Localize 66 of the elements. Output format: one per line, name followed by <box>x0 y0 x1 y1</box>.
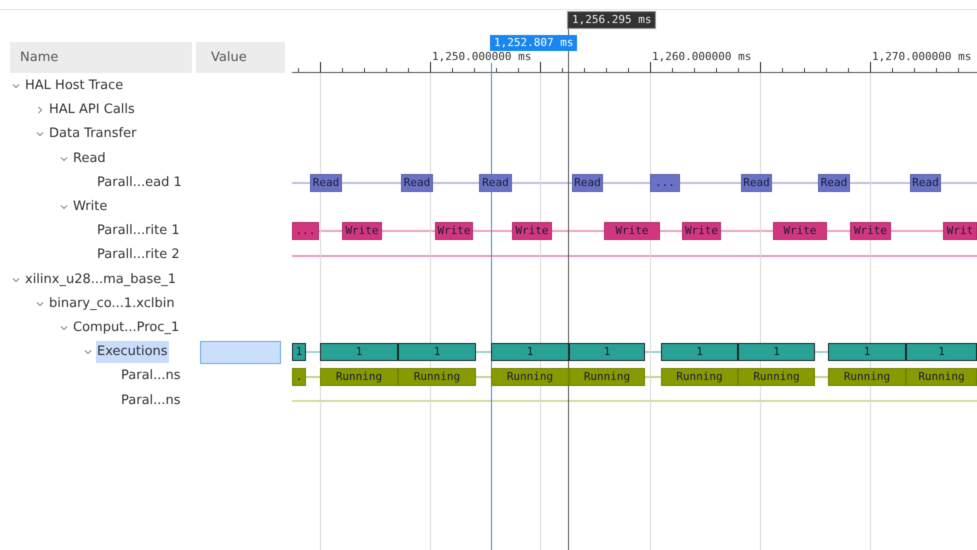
state-segment[interactable]: 1 <box>569 343 645 362</box>
chevron-down-icon[interactable] <box>36 300 44 308</box>
chevron-down-icon[interactable] <box>36 130 44 138</box>
column-header[interactable]: Name <box>10 42 192 73</box>
event-bar[interactable]: Writ <box>943 222 977 240</box>
event-bar[interactable]: Running <box>320 368 398 386</box>
tree-item[interactable]: Comput...Proc_1 <box>72 316 180 339</box>
column-header[interactable]: Value <box>196 42 285 73</box>
time-label: 1,270.000000 ms <box>872 50 972 63</box>
tree-item[interactable]: binary_co...1.xclbin <box>48 292 176 315</box>
chevron-down-icon[interactable] <box>12 82 20 90</box>
state-segment[interactable]: 1 <box>491 343 569 362</box>
chevron-down-icon[interactable] <box>84 348 92 356</box>
tree-item[interactable]: Write <box>72 196 108 218</box>
tree-item[interactable]: HAL API Calls <box>48 99 136 122</box>
tree-item[interactable]: Parall...rite 1 <box>96 220 181 242</box>
event-bar[interactable]: Write <box>604 222 660 240</box>
state-segment[interactable]: 1 <box>828 343 906 362</box>
event-bar[interactable]: Read <box>310 174 342 192</box>
event-bar[interactable]: ... <box>650 174 680 192</box>
tree-item[interactable]: Data Transfer <box>48 123 138 146</box>
event-bar[interactable]: Read <box>910 174 941 192</box>
event-bar[interactable]: Read <box>479 174 512 192</box>
tree-item[interactable]: Read <box>72 148 107 170</box>
event-bar[interactable]: Write <box>773 222 827 240</box>
event-bar[interactable]: Running <box>828 368 906 386</box>
tree-item[interactable]: Executions <box>96 341 169 364</box>
event-bar[interactable]: Running <box>738 368 815 386</box>
chevron-right-icon[interactable] <box>36 106 44 114</box>
event-bar[interactable]: Write <box>435 222 473 240</box>
state-segment[interactable]: 1 <box>398 343 476 362</box>
event-bar[interactable]: . <box>292 368 306 386</box>
tree-item[interactable]: HAL Host Trace <box>24 75 124 98</box>
tree-item[interactable]: xilinx_u28...ma_base_1 <box>24 268 178 291</box>
event-bar[interactable]: Write <box>342 222 382 240</box>
state-segment[interactable]: 1 <box>292 343 306 362</box>
state-segment[interactable]: 1 <box>906 343 977 362</box>
time-label: 1,260.000000 ms <box>652 50 752 63</box>
tree-item[interactable]: Paral...ns <box>120 365 182 388</box>
state-segment[interactable]: 1 <box>320 343 398 362</box>
tree-item[interactable]: Parall...ead 1 <box>96 172 183 194</box>
event-bar[interactable]: Running <box>661 368 738 386</box>
event-bar[interactable]: Read <box>741 174 772 192</box>
event-bar[interactable]: Write <box>850 222 891 240</box>
event-bar[interactable]: Write <box>512 222 552 240</box>
event-bar[interactable]: Running <box>906 368 977 386</box>
chevron-down-icon[interactable] <box>60 324 68 332</box>
value-field[interactable] <box>200 340 281 364</box>
state-segment[interactable]: 1 <box>738 343 815 362</box>
time-marker-label: 1,252.807 ms <box>490 35 578 51</box>
time-marker-label: 1,256.295 ms <box>567 11 656 29</box>
event-bar[interactable]: Read <box>818 174 850 192</box>
event-bar[interactable]: ... <box>292 222 319 240</box>
event-bar[interactable]: Read <box>401 174 433 192</box>
time-label: 1,250.000000 ms <box>432 50 532 63</box>
event-bar[interactable]: Write <box>682 222 721 240</box>
event-bar[interactable]: Running <box>491 368 569 386</box>
tree-item[interactable]: Paral...ns <box>120 390 182 412</box>
chevron-down-icon[interactable] <box>12 276 20 284</box>
state-segment[interactable]: 1 <box>661 343 738 362</box>
tree-item[interactable]: Parall...rite 2 <box>96 244 181 266</box>
event-bar[interactable]: Running <box>569 368 645 386</box>
event-bar[interactable]: Running <box>398 368 476 386</box>
chevron-down-icon[interactable] <box>60 203 68 212</box>
chevron-down-icon[interactable] <box>60 154 68 163</box>
event-bar[interactable]: Read <box>572 174 603 192</box>
